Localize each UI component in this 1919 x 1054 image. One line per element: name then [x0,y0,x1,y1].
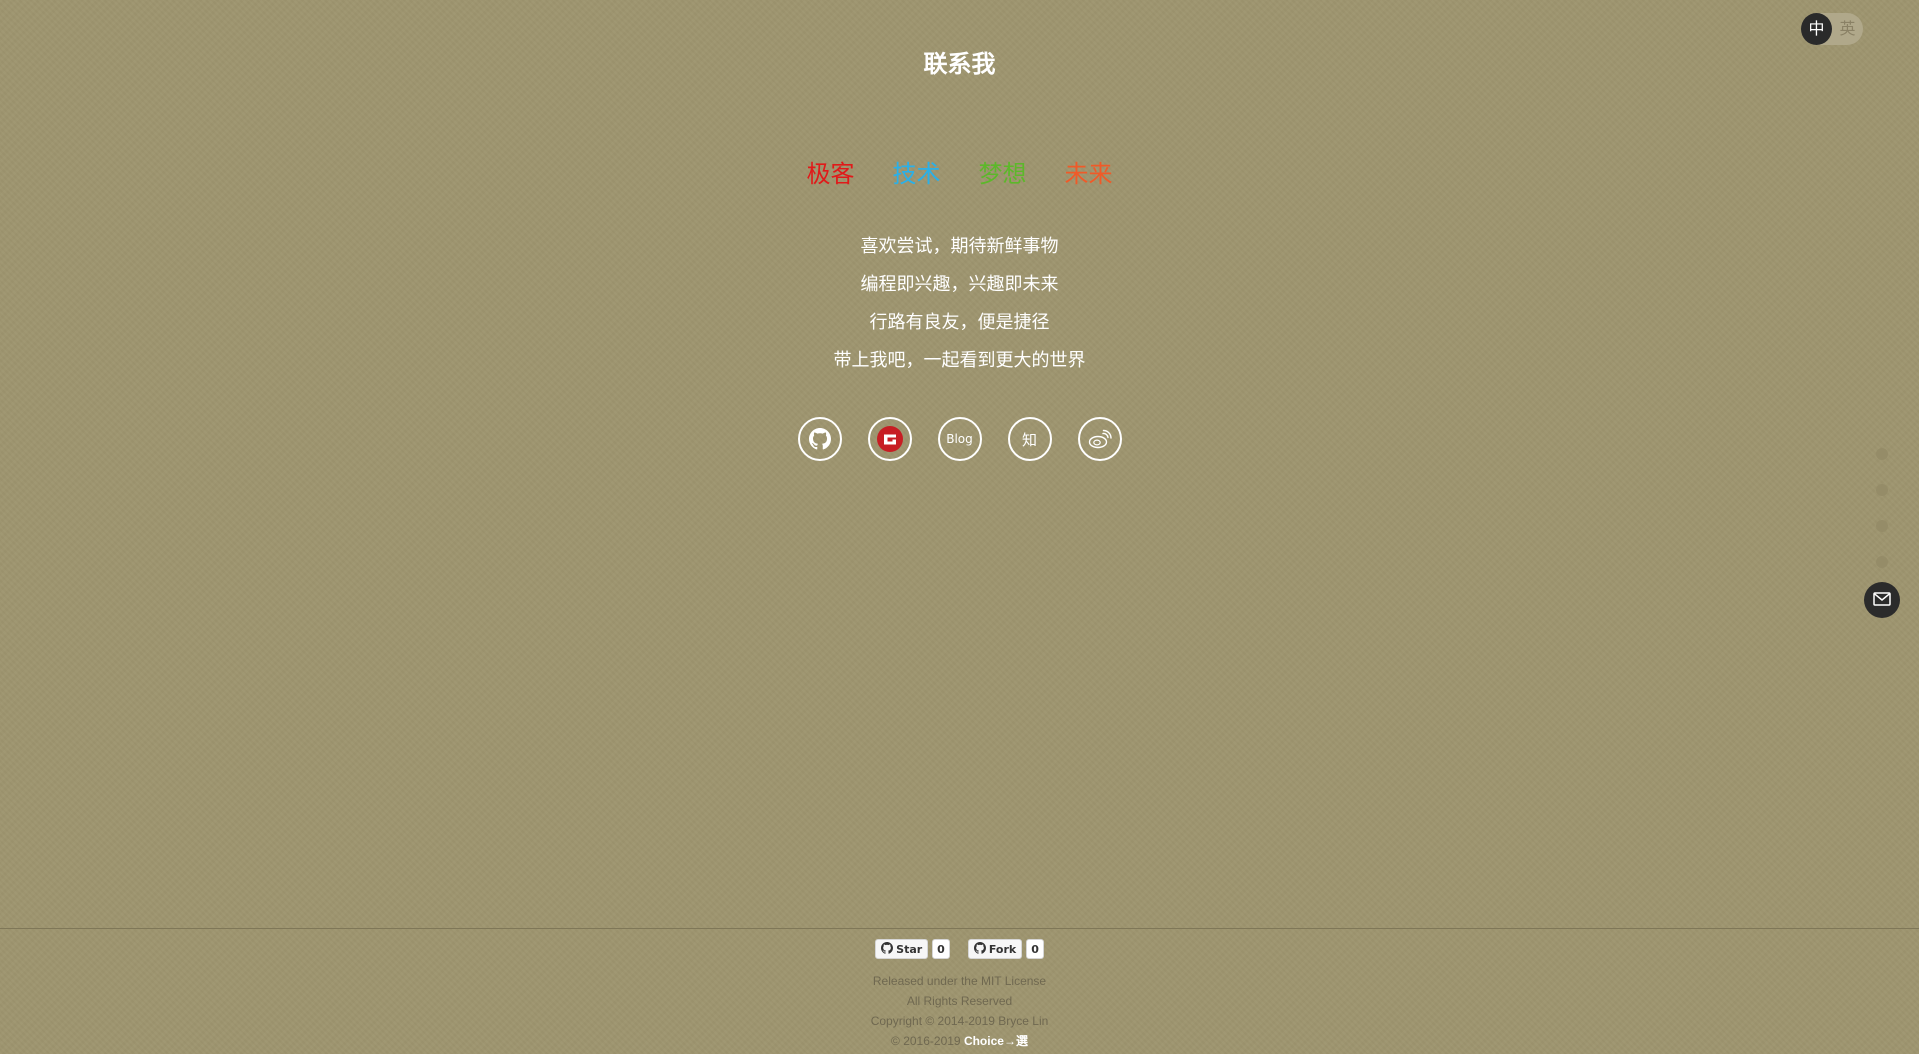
fork-count[interactable]: 0 [1026,939,1044,959]
keyword-tech: 技术 [892,160,941,188]
motto-line: 喜欢尝试，期待新鲜事物 [860,236,1059,257]
section-nav [1876,448,1888,592]
language-switch[interactable]: 中 英 [1801,13,1863,45]
section-nav-dot[interactable] [1876,484,1888,496]
github-icon [808,428,831,450]
section-nav-dot[interactable] [1876,448,1888,460]
keyword-future: 未来 [1064,160,1113,188]
keyword-geek: 极客 [806,160,855,188]
github-icon [973,941,986,957]
license-text: Released under the MIT License [872,974,1047,988]
github-icon [881,941,894,957]
contact-section-button[interactable] [1864,582,1900,618]
social-links: Blog 知 [0,417,1919,461]
copyright-text: Copyright © 2014-2019 Bryce Lin [870,1014,1049,1028]
weibo-icon [1088,429,1112,449]
footer: Star 0 Fork 0 Released under the MIT Lic… [0,928,1919,1054]
blog-link[interactable]: Blog [937,417,982,461]
keyword-dream: 梦想 [978,160,1027,188]
lang-option-chinese[interactable]: 中 [1801,13,1832,45]
mottos: 喜欢尝试，期待新鲜事物 编程即兴趣，兴趣即未来 行路有良友，便是捷径 带上我吧，… [0,228,1919,380]
theme-years: © 2016-2019 [891,1034,961,1048]
fork-button[interactable]: Fork [967,939,1023,959]
star-count[interactable]: 0 [932,939,950,959]
lang-option-english[interactable]: 英 [1832,13,1863,45]
page-title: 联系我 [923,50,996,78]
star-button[interactable]: Star [875,939,929,959]
weibo-link[interactable] [1077,417,1122,461]
rights-text: All Rights Reserved [906,994,1013,1008]
gitee-icon [876,425,904,453]
mail-icon [1873,591,1891,610]
keywords: 极客 技术 梦想 未来 [0,154,1919,189]
motto-line: 编程即兴趣，兴趣即未来 [860,274,1059,295]
github-link[interactable] [797,417,842,461]
footer-text: Released under the MIT License All Right… [0,971,1919,1051]
zhihu-icon: 知 [1021,430,1037,449]
gitee-link[interactable] [867,417,912,461]
section-nav-dot[interactable] [1876,556,1888,568]
motto-line: 行路有良友，便是捷径 [869,312,1050,333]
star-button-group: Star 0 [875,939,950,959]
fork-button-group: Fork 0 [967,939,1044,959]
star-label: Star [896,942,923,956]
zhihu-link[interactable]: 知 [1007,417,1052,461]
theme-credit: © 2016-2019 Choice→選 [0,1031,1919,1051]
section-nav-dot[interactable] [1876,520,1888,532]
github-buttons: Star 0 Fork 0 [0,939,1919,959]
theme-link[interactable]: Choice→選 [964,1034,1028,1048]
blog-icon: Blog [946,432,973,446]
motto-line: 带上我吧，一起看到更大的世界 [833,350,1086,371]
fork-label: Fork [988,942,1017,956]
